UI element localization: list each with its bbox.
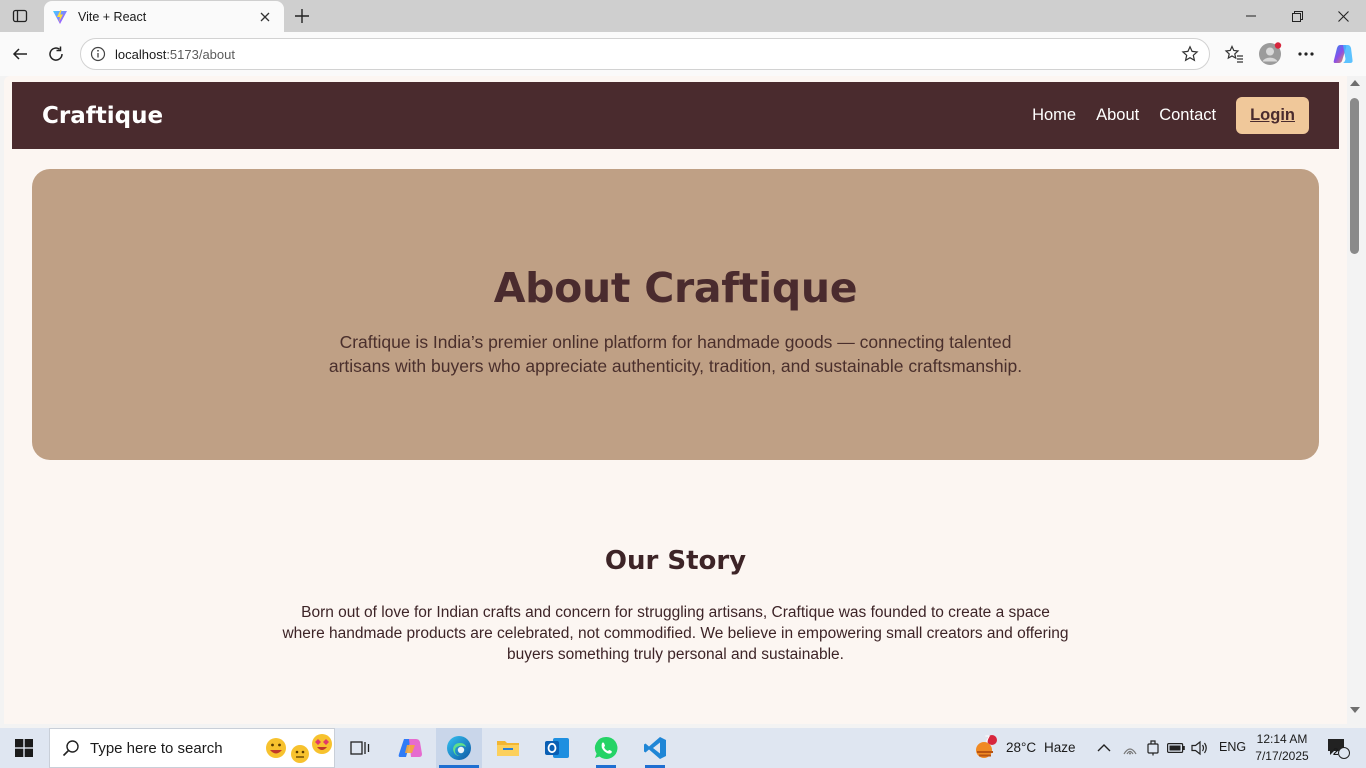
back-icon[interactable] bbox=[5, 39, 35, 69]
favorites-icon[interactable] bbox=[1219, 39, 1249, 69]
profile-avatar[interactable] bbox=[1255, 39, 1285, 69]
browser-tab[interactable]: Vite + React bbox=[44, 1, 284, 32]
brand-logo[interactable]: Craftique bbox=[42, 103, 1012, 129]
site-info-icon[interactable] bbox=[89, 45, 107, 63]
minimize-icon[interactable] bbox=[1228, 0, 1274, 32]
scroll-up-icon[interactable] bbox=[1350, 80, 1360, 86]
weather-temperature[interactable]: 28°C bbox=[1006, 740, 1036, 755]
site-navbar: Craftique Home About Contact Login bbox=[12, 82, 1339, 149]
url-host: localhost bbox=[115, 46, 167, 62]
nav-link-contact[interactable]: Contact bbox=[1159, 106, 1216, 125]
file-explorer-icon[interactable] bbox=[485, 728, 531, 768]
nav-link-home[interactable]: Home bbox=[1032, 106, 1076, 125]
windows-taskbar: Type here to search 7 28°C Haze ENG 12:1… bbox=[0, 728, 1366, 768]
clock-date: 7/17/2025 bbox=[1255, 749, 1309, 763]
network-icon[interactable] bbox=[1118, 728, 1142, 768]
vite-logo-icon bbox=[53, 9, 67, 24]
new-tab-icon[interactable] bbox=[288, 4, 316, 28]
task-view-icon[interactable] bbox=[337, 728, 383, 768]
favorite-star-icon[interactable] bbox=[1179, 43, 1201, 65]
language-indicator[interactable]: ENG bbox=[1219, 740, 1246, 754]
tab-actions-icon[interactable] bbox=[6, 4, 34, 28]
emoji-search-highlight-icon bbox=[266, 734, 332, 763]
battery-icon[interactable] bbox=[1164, 728, 1188, 768]
more-menu-icon[interactable] bbox=[1291, 39, 1321, 69]
url-path: :5173/about bbox=[166, 46, 235, 62]
nav-link-about[interactable]: About bbox=[1096, 106, 1139, 125]
notification-count: 2 bbox=[1333, 747, 1339, 758]
vpn-device-icon[interactable] bbox=[1141, 728, 1165, 768]
url-text[interactable]: localhost:5173/about bbox=[115, 47, 1179, 62]
hero-description: Craftique is India’s premier online plat… bbox=[328, 332, 1023, 376]
windows-start-icon[interactable] bbox=[0, 728, 48, 768]
whatsapp-icon[interactable] bbox=[583, 728, 629, 768]
volume-icon[interactable] bbox=[1188, 728, 1212, 768]
scrollbar-thumb[interactable] bbox=[1350, 98, 1359, 254]
restore-icon[interactable] bbox=[1274, 0, 1320, 32]
show-hidden-icons-icon[interactable] bbox=[1092, 728, 1116, 768]
system-clock[interactable]: 12:14 AM 7/17/2025 bbox=[1250, 731, 1314, 765]
login-button[interactable]: Login bbox=[1236, 97, 1309, 134]
clock-time: 12:14 AM bbox=[1256, 732, 1308, 746]
browser-viewport: Craftique Home About Contact Login About… bbox=[0, 76, 1366, 728]
vscode-icon[interactable] bbox=[632, 728, 678, 768]
weather-condition[interactable]: Haze bbox=[1044, 740, 1076, 755]
weather-badge: 7 bbox=[985, 734, 991, 744]
story-title: Our Story bbox=[604, 546, 747, 576]
page-scrollbar[interactable] bbox=[1347, 76, 1366, 724]
tab-strip: Vite + React bbox=[0, 0, 1366, 32]
search-icon bbox=[62, 740, 79, 757]
refresh-icon[interactable] bbox=[41, 39, 71, 69]
our-story-section: Our Story Born out of love for Indian cr… bbox=[12, 546, 1339, 665]
browser-toolbar: localhost:5173/about bbox=[0, 32, 1366, 76]
close-tab-icon[interactable] bbox=[256, 8, 274, 26]
hero-title: About Craftique bbox=[493, 264, 858, 312]
scroll-down-icon[interactable] bbox=[1350, 707, 1360, 713]
story-body: Born out of love for Indian crafts and c… bbox=[282, 604, 1069, 663]
outlook-icon[interactable] bbox=[534, 728, 580, 768]
close-window-icon[interactable] bbox=[1320, 0, 1366, 32]
search-placeholder: Type here to search bbox=[90, 739, 223, 757]
address-bar[interactable]: localhost:5173/about bbox=[80, 38, 1210, 70]
copilot-taskbar-icon[interactable] bbox=[387, 728, 433, 768]
taskbar-search[interactable]: Type here to search bbox=[49, 728, 335, 768]
about-hero: About Craftique Craftique is India’s pre… bbox=[32, 169, 1319, 460]
copilot-icon[interactable] bbox=[1328, 39, 1358, 69]
web-page: Craftique Home About Contact Login About… bbox=[4, 76, 1347, 724]
tab-title: Vite + React bbox=[78, 9, 147, 24]
edge-browser-icon[interactable] bbox=[436, 728, 482, 768]
